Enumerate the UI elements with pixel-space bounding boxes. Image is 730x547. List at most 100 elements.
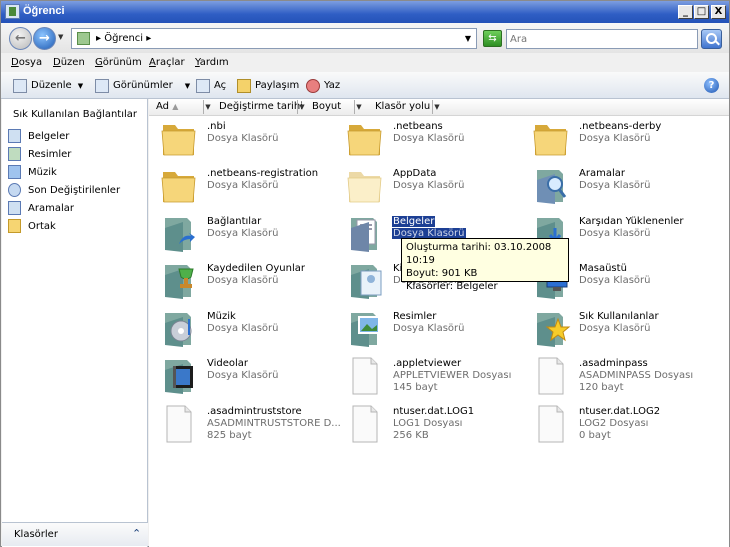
folder-item[interactable]: Kaydedilen Oyunlar Dosya Klasörü: [153, 259, 333, 303]
breadcrumb-item[interactable]: Öğrenci: [104, 33, 143, 44]
item-type: Dosya Klasörü: [207, 228, 279, 239]
organize-button[interactable]: Düzenle ▼: [13, 77, 83, 94]
folder-icon: [531, 119, 571, 159]
music-icon: [8, 165, 21, 179]
item-size: 120 bayt: [579, 382, 624, 393]
sidebar-item-label: Ortak: [28, 220, 56, 232]
views-label: Görünümler: [113, 80, 173, 91]
forward-button[interactable]: →: [33, 27, 56, 50]
open-label: Aç: [214, 80, 227, 91]
sidebar-item-pictures[interactable]: Resimler: [8, 146, 146, 162]
minimize-button[interactable]: _: [678, 5, 693, 19]
folder-icon: [159, 119, 199, 159]
menu-help[interactable]: Yardım: [195, 57, 229, 68]
chevron-down-icon: ▼: [77, 81, 84, 90]
share-label: Paylaşım: [255, 80, 300, 91]
address-dropdown-icon[interactable]: ▼: [465, 34, 471, 43]
pictures-folder-icon: [345, 309, 385, 349]
item-name: Videolar: [207, 358, 249, 369]
folder-item[interactable]: Resimler Dosya Klasörü: [339, 307, 519, 351]
sidebar-item-recent[interactable]: Son Değiştirilenler: [8, 182, 146, 198]
file-item[interactable]: ntuser.dat.LOG1 LOG1 Dosyası 256 KB: [339, 402, 519, 446]
maximize-button[interactable]: □: [694, 5, 709, 19]
folder-item[interactable]: .netbeans Dosya Klasörü: [339, 117, 519, 161]
menu-tools[interactable]: Araçlar: [149, 57, 185, 68]
item-name: Resimler: [393, 311, 437, 322]
folders-toggle[interactable]: Klasörler ⌃: [2, 522, 148, 546]
column-name[interactable]: Ad ▲: [156, 101, 178, 115]
item-type: Dosya Klasörü: [207, 370, 279, 381]
open-button[interactable]: Aç: [196, 77, 226, 94]
column-dropdown-icon[interactable]: ▼: [297, 100, 306, 114]
item-type: Dosya Klasörü: [393, 180, 465, 191]
folder-item[interactable]: Videolar Dosya Klasörü: [153, 354, 333, 398]
views-icon: [95, 78, 109, 93]
folder-item[interactable]: .netbeans-derby Dosya Klasörü: [525, 117, 705, 161]
menu-view[interactable]: Görünüm: [95, 57, 142, 68]
folder-item[interactable]: .nbi Dosya Klasörü: [153, 117, 333, 161]
search-box[interactable]: [506, 29, 698, 49]
share-button[interactable]: Paylaşım: [237, 77, 299, 94]
sidebar-item-music[interactable]: Müzik: [8, 164, 146, 180]
column-dropdown-icon[interactable]: ▼: [203, 100, 212, 114]
close-button[interactable]: X: [711, 5, 726, 19]
history-dropdown-icon[interactable]: ▼: [58, 33, 63, 41]
burn-disc-icon: [306, 78, 320, 93]
file-item[interactable]: ntuser.dat.LOG2 LOG2 Dosyası 0 bayt: [525, 402, 705, 446]
file-item[interactable]: .appletviewer APPLETVIEWER Dosyası 145 bay…: [339, 354, 519, 398]
search-button[interactable]: [701, 29, 722, 49]
sidebar-item-documents[interactable]: Belgeler: [8, 128, 146, 144]
item-name: Aramalar: [579, 168, 625, 179]
column-size[interactable]: Boyut: [312, 101, 341, 115]
folder-icon: [8, 219, 21, 233]
videos-folder-icon: [159, 356, 199, 396]
menu-file[interactable]: Dosya: [11, 57, 42, 68]
window-title: Öğrenci: [23, 5, 65, 17]
item-name: .netbeans-registration: [207, 168, 319, 179]
item-size: 825 bayt: [207, 430, 252, 441]
item-type: ASADMINPASS Dosyası: [579, 370, 694, 381]
search-input[interactable]: [510, 31, 695, 48]
burn-button[interactable]: Yaz: [306, 77, 340, 94]
views-button[interactable]: Görünümler ▼: [95, 77, 190, 94]
sidebar-item-label: Belgeler: [28, 130, 70, 142]
item-name: ntuser.dat.LOG2: [579, 406, 661, 417]
refresh-button[interactable]: ⇆: [483, 30, 502, 47]
sidebar-item-public[interactable]: Ortak: [8, 218, 146, 234]
item-type: LOG2 Dosyası: [579, 418, 649, 429]
games-folder-icon: [159, 261, 199, 301]
menu-edit[interactable]: Düzen: [53, 57, 85, 68]
refresh-icon: ⇆: [488, 33, 497, 44]
item-name: Karşıdan Yüklenenler: [579, 216, 684, 227]
title-bar[interactable]: Öğrenci _ □ X: [1, 1, 729, 23]
folders-label: Klasörler: [14, 529, 58, 540]
burn-label: Yaz: [324, 80, 341, 91]
column-date-modified[interactable]: Değiştirme tarihi: [219, 101, 303, 115]
sort-up-icon: ▲: [172, 102, 179, 111]
item-size: 0 bayt: [579, 430, 611, 441]
command-toolbar: Düzenle ▼ Görünümler ▼ Aç Paylaşım Yaz: [1, 72, 729, 99]
item-type: Dosya Klasörü: [207, 323, 279, 334]
folder-item[interactable]: AppData Dosya Klasörü: [339, 164, 519, 208]
folder-item[interactable]: Bağlantılar Dosya Klasörü: [153, 212, 333, 256]
file-icon: [531, 356, 571, 396]
folder-item[interactable]: Aramalar Dosya Klasörü: [525, 164, 705, 208]
back-button[interactable]: ←: [9, 27, 32, 50]
folder-item[interactable]: Sık Kullanılanlar Dosya Klasörü: [525, 307, 705, 351]
tooltip: Oluşturma tarihi: 03.10.2008 10:19 Boyut…: [401, 238, 569, 292]
breadcrumb[interactable]: ▸ Öğrenci ▸: [96, 33, 151, 44]
column-dropdown-icon[interactable]: ▼: [354, 100, 363, 114]
folder-item[interactable]: .netbeans-registration Dosya Klasörü: [153, 164, 333, 208]
help-button[interactable]: ?: [704, 78, 719, 93]
file-item[interactable]: .asadminpass ASADMINPASS Dosyası 120 bayt: [525, 354, 705, 398]
column-dropdown-icon[interactable]: ▼: [432, 100, 441, 114]
column-folder-path[interactable]: Klasör yolu: [375, 101, 430, 115]
item-type: Dosya Klasörü: [207, 180, 279, 191]
searches-icon: [8, 201, 21, 215]
folder-icon: [345, 119, 385, 159]
file-item[interactable]: .asadmintruststore ASADMINTRUSTSTORE D...…: [153, 402, 341, 446]
folder-item[interactable]: Müzik Dosya Klasörü: [153, 307, 333, 351]
item-name: Belgeler: [392, 216, 436, 227]
sidebar-item-searches[interactable]: Aramalar: [8, 200, 146, 216]
address-field[interactable]: ▸ Öğrenci ▸ ▼: [71, 28, 477, 49]
